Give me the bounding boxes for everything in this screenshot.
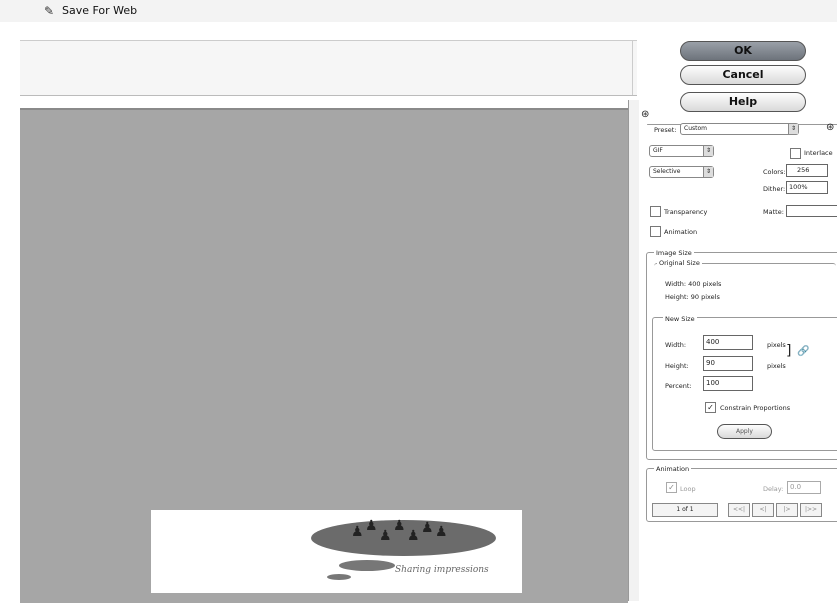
- constrain-proportions-checkbox[interactable]: ✓: [705, 402, 716, 413]
- colors-label: Colors:: [763, 168, 786, 176]
- percent-field[interactable]: 100: [703, 376, 753, 391]
- animation-title: Animation: [654, 465, 692, 473]
- preset-select[interactable]: Custom ⇕: [680, 123, 799, 135]
- width-unit-label: pixels: [767, 341, 786, 349]
- delay-label: Delay:: [763, 485, 784, 493]
- window-title: Save For Web: [62, 4, 138, 17]
- banner-tagline: Sharing impressions: [395, 565, 489, 575]
- animation-label: Animation: [664, 228, 698, 236]
- image-size-title: Image Size: [654, 249, 694, 257]
- original-width-text: Width: 400 pixels: [665, 280, 722, 288]
- preview-scroll-edge: [628, 100, 639, 601]
- format-select[interactable]: GIF ⇕: [649, 145, 714, 157]
- preset-value: Custom: [684, 125, 707, 132]
- person-icon: ♟: [407, 528, 420, 544]
- constrain-proportions-label: Constrain Proportions: [720, 404, 791, 412]
- matte-field[interactable]: [786, 205, 837, 217]
- reduction-select[interactable]: Selective ⇕: [649, 166, 714, 178]
- select-arrow-icon: ⇕: [788, 124, 798, 134]
- loop-checkbox[interactable]: ✓: [666, 482, 677, 493]
- image-preview-area[interactable]: ♟ ♟ ♟ ♟ ♟ ♟ ♟ Sharing impressions: [20, 108, 628, 603]
- help-button[interactable]: Help: [680, 92, 806, 112]
- person-icon: ♟: [435, 524, 448, 540]
- preset-label: Preset:: [654, 126, 677, 134]
- delay-field[interactable]: 0.0: [787, 481, 821, 494]
- constrain-link-bracket-icon: ]: [786, 343, 792, 359]
- interlaced-label: Interlace: [804, 149, 833, 157]
- loop-label: Loop: [680, 485, 696, 493]
- ok-button[interactable]: OK: [680, 41, 806, 61]
- height-unit-label: pixels: [767, 362, 786, 370]
- device-central-icon[interactable]: ⊛: [641, 109, 649, 120]
- new-width-field[interactable]: 400: [703, 335, 753, 350]
- percent-label: Percent:: [665, 382, 692, 390]
- interlaced-checkbox[interactable]: [790, 148, 801, 159]
- colors-value: 256: [797, 166, 810, 174]
- person-icon: ♟: [379, 528, 392, 544]
- original-size-title: Original Size: [657, 259, 702, 267]
- colors-field[interactable]: 256: [786, 164, 828, 177]
- dither-label: Dither:: [763, 185, 786, 193]
- animation-checkbox[interactable]: [650, 226, 661, 237]
- title-bar: ✎ Save For Web: [0, 0, 837, 22]
- select-arrow-icon: ⇕: [703, 146, 713, 156]
- photoshop-app-icon: ✎: [44, 4, 55, 18]
- matte-label: Matte:: [763, 208, 784, 216]
- left-gutter: [0, 22, 20, 601]
- delay-value: 0.0: [790, 483, 802, 491]
- format-value: GIF: [653, 147, 663, 154]
- new-width-value: 400: [706, 338, 720, 346]
- transparency-checkbox[interactable]: [650, 206, 661, 217]
- dither-field[interactable]: 100%: [786, 181, 828, 194]
- transparency-label: Transparency: [664, 208, 708, 216]
- reduction-value: Selective: [653, 168, 681, 175]
- previous-frame-button[interactable]: <|: [752, 503, 774, 517]
- frame-counter: 1 of 1: [652, 503, 718, 517]
- select-arrow-icon: ⇕: [703, 167, 713, 177]
- banner-medium-ellipse: [339, 560, 395, 571]
- new-height-label: Height:: [665, 362, 689, 370]
- new-size-title: New Size: [663, 315, 697, 323]
- preview-banner-image: ♟ ♟ ♟ ♟ ♟ ♟ ♟ Sharing impressions: [151, 510, 522, 593]
- optimize-menu-icon[interactable]: ⊛: [826, 122, 834, 133]
- first-frame-button[interactable]: <<|: [728, 503, 750, 517]
- last-frame-button[interactable]: |>>: [800, 503, 822, 517]
- next-frame-button[interactable]: |>: [776, 503, 798, 517]
- new-height-field[interactable]: 90: [703, 356, 753, 371]
- preview-tab-strip: [20, 40, 637, 96]
- person-icon: ♟: [393, 518, 406, 534]
- person-icon: ♟: [351, 524, 364, 540]
- new-height-value: 90: [706, 359, 715, 367]
- dither-value: 100%: [789, 183, 808, 191]
- original-height-text: Height: 90 pixels: [665, 293, 720, 301]
- person-icon: ♟: [421, 520, 434, 536]
- percent-value: 100: [706, 379, 720, 387]
- person-icon: ♟: [365, 518, 378, 534]
- banner-small-ellipse: [327, 574, 351, 580]
- tab-strip-divider: [632, 41, 633, 95]
- new-width-label: Width:: [665, 341, 687, 349]
- cancel-button[interactable]: Cancel: [680, 65, 806, 85]
- apply-button[interactable]: Apply: [717, 424, 772, 439]
- link-chain-icon: 🔗: [797, 346, 810, 357]
